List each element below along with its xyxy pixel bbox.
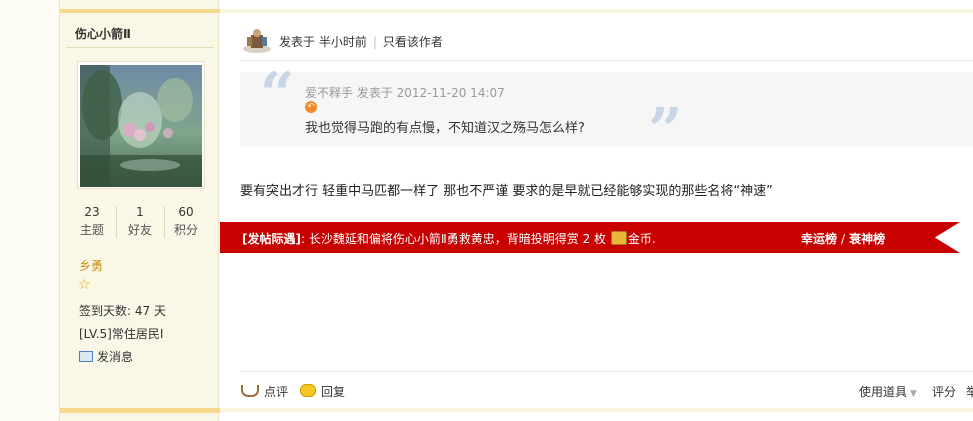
post-luck-banner: [发帖际遇]: 长沙魏延和偏将伤心小箭Ⅱ勇救黄忠，背暗投明得赏 2 枚 金币. … (220, 222, 960, 253)
coin-icon (610, 231, 627, 245)
report-label: 举 (966, 385, 973, 399)
stat-friends-value[interactable]: 1 (115, 203, 165, 221)
quote-meta: 爱不释手 发表于 2012-11-20 14:07 (305, 86, 505, 100)
quote-open-icon: “ (260, 60, 295, 130)
banner-prefix: [发帖际遇] (242, 232, 301, 246)
quote-block: “ 爱不释手 发表于 2012-11-20 14:07 ↶ 我也觉得马跑的有点慢… (240, 60, 973, 166)
stat-points-label: 积分 (173, 223, 198, 237)
user-rank[interactable]: 乡勇 (79, 257, 103, 274)
rate-button[interactable]: 评分 (932, 383, 956, 401)
comment-button[interactable]: 点评 (241, 383, 288, 401)
divider (66, 47, 214, 48)
reply-label: 回复 (321, 385, 346, 399)
banner-text: : 长沙魏延和偏将伤心小箭Ⅱ勇救黄忠，背暗投明得赏 2 枚 (300, 232, 610, 246)
divider: / (841, 232, 846, 246)
banner-text-end: 金币. (627, 232, 656, 246)
lucky-list-link[interactable]: 幸运榜 (801, 232, 837, 246)
sidebar-bottom-bar (60, 408, 220, 413)
post-bottom-bar (220, 408, 973, 412)
post-time: 发表于 半小时前 (279, 35, 367, 49)
author-sidebar: 伤心小箭Ⅱ 23 主题 1 好友 60 积分 乡勇 ☆ 签到天数: 47 天 [… (59, 0, 220, 421)
stat-points[interactable]: 60 积分 (161, 203, 211, 239)
chevron-down-icon: ▼ (910, 389, 917, 399)
post-body: 要有突出才行 轻重中马匹都一样了 那也不严谨 要求的是早就已经能够实现的那些名将… (240, 184, 773, 199)
report-button[interactable]: 举 (966, 383, 973, 401)
quote-text: 我也觉得马跑的有点慢，不知道汉之殇马怎么样? (305, 121, 585, 136)
stat-friends[interactable]: 1 好友 (115, 203, 165, 239)
page-left-margin (0, 0, 59, 421)
back-arrow-icon[interactable]: ↶ (305, 101, 317, 113)
cup-icon (241, 385, 259, 397)
divider: | (372, 35, 377, 49)
user-level: [LV.5]常住居民I (79, 327, 164, 341)
send-message-link[interactable]: 发消息 (79, 348, 133, 365)
stat-threads-label: 主题 (79, 223, 104, 237)
author-stats: 23 主题 1 好友 60 积分 (60, 203, 220, 243)
reply-icon (300, 384, 316, 397)
envelope-icon (79, 351, 93, 362)
post-top-bar (220, 9, 973, 13)
stat-friends-label: 好友 (127, 223, 152, 237)
quote-close-icon: ” (648, 96, 683, 166)
only-author-link[interactable]: 只看该作者 (383, 35, 443, 49)
author-avatar[interactable] (77, 61, 205, 189)
stat-threads[interactable]: 23 主题 (67, 203, 117, 239)
rate-label: 评分 (932, 385, 957, 399)
stat-threads-value[interactable]: 23 (67, 203, 117, 221)
stat-points-value[interactable]: 60 (161, 203, 211, 221)
reply-button[interactable]: 回复 (300, 383, 345, 401)
comment-label: 点评 (264, 385, 289, 399)
sidebar-top-bar (60, 9, 220, 13)
author-name[interactable]: 伤心小箭Ⅱ (75, 25, 131, 42)
send-message-label: 发消息 (97, 350, 134, 364)
star-icon: ☆ (78, 277, 91, 293)
sign-days: 签到天数: 47 天 (79, 304, 166, 318)
use-item-menu[interactable]: 使用道具 ▼ (859, 383, 917, 401)
divider (240, 60, 973, 61)
online-status-icon (243, 29, 271, 53)
use-item-label: 使用道具 (859, 385, 908, 399)
unlucky-list-link[interactable]: 衰神榜 (849, 232, 885, 246)
divider (240, 371, 973, 372)
